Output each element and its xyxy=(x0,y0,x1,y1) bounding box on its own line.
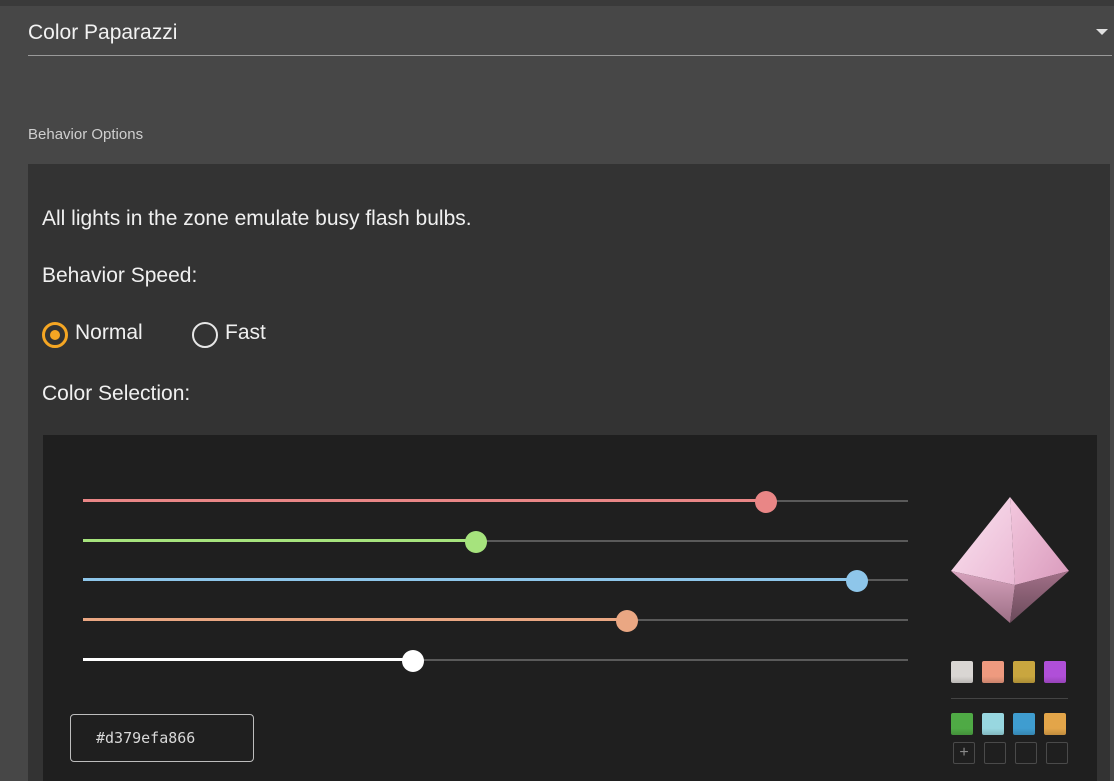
slider-fill xyxy=(83,539,476,542)
color-swatch[interactable] xyxy=(982,713,1004,735)
add-swatch-button[interactable]: + xyxy=(953,742,975,764)
hex-color-value: #d379efa866 xyxy=(96,729,196,747)
behavior-options-panel: All lights in the zone emulate busy flas… xyxy=(28,164,1110,781)
red-slider[interactable] xyxy=(83,491,908,513)
behavior-dropdown[interactable]: Color Paparazzi xyxy=(28,6,1112,56)
slider-thumb[interactable] xyxy=(846,570,868,592)
radio-unchecked-icon xyxy=(192,322,218,348)
green-slider[interactable] xyxy=(83,531,908,553)
color-swatch[interactable] xyxy=(1044,661,1066,683)
page: Color Paparazzi Behavior Options All lig… xyxy=(0,0,1114,781)
slider-fill xyxy=(83,618,627,621)
empty-swatch-slot[interactable] xyxy=(1015,742,1037,764)
color-picker: #d379efa866 + xyxy=(43,435,1097,781)
slider-fill xyxy=(83,578,857,581)
radio-label-fast: Fast xyxy=(225,321,266,344)
section-label: Behavior Options xyxy=(28,126,144,143)
color-swatch[interactable] xyxy=(951,713,973,735)
color-swatch[interactable] xyxy=(1044,713,1066,735)
chevron-down-icon xyxy=(1096,29,1108,35)
color-swatch[interactable] xyxy=(951,661,973,683)
color-swatch[interactable] xyxy=(1013,713,1035,735)
slider-thumb[interactable] xyxy=(402,650,424,672)
color-swatch[interactable] xyxy=(982,661,1004,683)
blue-slider[interactable] xyxy=(83,570,908,592)
color-swatch[interactable] xyxy=(1013,661,1035,683)
speed-label: Behavior Speed: xyxy=(42,264,198,287)
empty-swatch-slot[interactable] xyxy=(984,742,1006,764)
empty-swatch-slot[interactable] xyxy=(1046,742,1068,764)
slider-fill xyxy=(83,499,766,502)
hex-color-input[interactable]: #d379efa866 xyxy=(70,714,254,762)
speed-radio-normal[interactable]: Normal xyxy=(42,317,182,351)
behavior-description: All lights in the zone emulate busy flas… xyxy=(42,207,472,230)
white-balance-slider[interactable] xyxy=(83,610,908,632)
radio-label-normal: Normal xyxy=(75,321,143,344)
swatch-divider xyxy=(951,698,1068,699)
speed-radio-fast[interactable]: Fast xyxy=(192,317,302,351)
radio-checked-icon xyxy=(42,322,68,348)
slider-thumb[interactable] xyxy=(616,610,638,632)
slider-fill xyxy=(83,658,413,661)
slider-thumb[interactable] xyxy=(755,491,777,513)
brightness-slider[interactable] xyxy=(83,650,908,672)
slider-thumb[interactable] xyxy=(465,531,487,553)
color-selection-label: Color Selection: xyxy=(42,382,191,405)
color-preview-gem-icon xyxy=(951,497,1069,623)
dropdown-value: Color Paparazzi xyxy=(28,21,178,44)
